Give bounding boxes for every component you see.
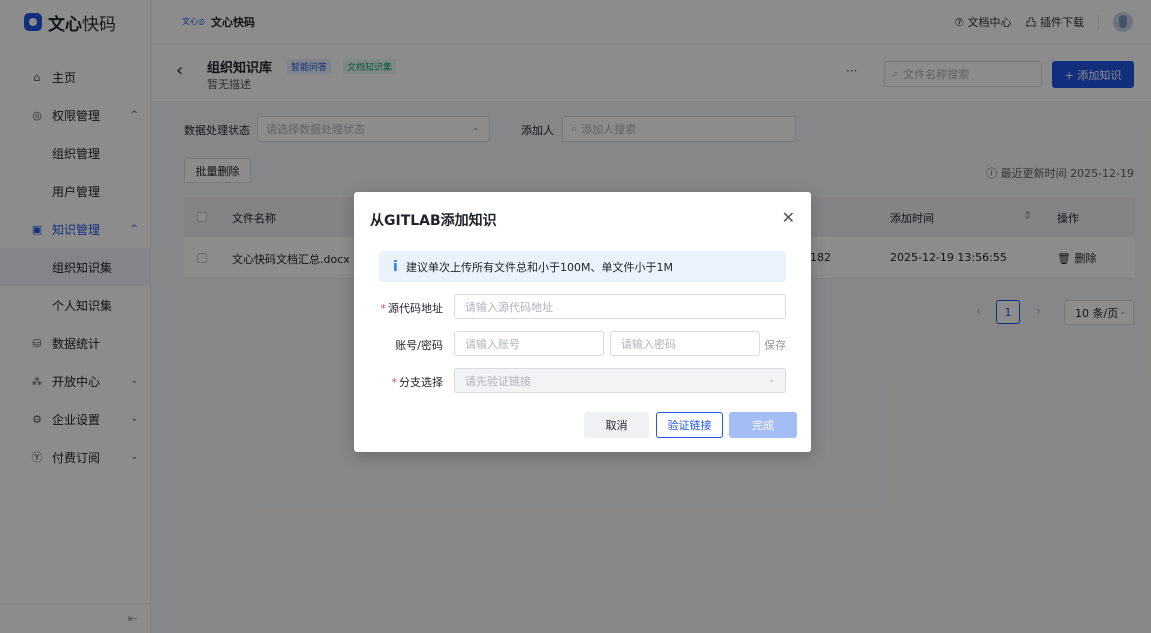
branch-label: * 分支选择 (392, 374, 444, 390)
gitlab-import-dialog: 从GITLAB添加知识 ✕ ⅰ 建议单次上传所有文件总和小于100M、单文件小于… (354, 192, 811, 452)
required-mark: * (391, 376, 398, 389)
account-label: 账号/密码 (395, 339, 443, 352)
dialog-title: 从GITLAB添加知识 (370, 213, 497, 229)
cancel-button[interactable]: 取消 (584, 412, 649, 438)
save-credentials-button[interactable]: 保存 (764, 337, 786, 353)
branch-label-text: 分支选择 (399, 376, 443, 389)
account-placeholder: 请输入账号 (465, 337, 520, 351)
info-icon: ⅰ (393, 258, 398, 275)
source-url-placeholder: 请输入源代码地址 (465, 300, 553, 314)
upload-limit-notice: ⅰ 建议单次上传所有文件总和小于100M、单文件小于1M (379, 251, 786, 282)
branch-placeholder: 请先验证链接 (465, 374, 531, 388)
done-button[interactable]: 完成 (729, 412, 797, 438)
source-url-label-text: 源代码地址 (388, 302, 443, 315)
source-url-input[interactable]: 请输入源代码地址 (454, 294, 786, 319)
password-input[interactable]: 请输入密码 (610, 331, 760, 356)
verify-link-button[interactable]: 验证链接 (656, 412, 723, 438)
branch-select[interactable]: 请先验证链接 ⌄ (454, 368, 786, 393)
account-input[interactable]: 请输入账号 (454, 331, 604, 356)
password-placeholder: 请输入密码 (621, 337, 676, 351)
close-icon[interactable]: ✕ (782, 208, 795, 227)
notice-text: 建议单次上传所有文件总和小于100M、单文件小于1M (406, 260, 673, 274)
required-mark: * (380, 302, 387, 315)
source-url-label: * 源代码地址 (381, 300, 444, 316)
chevron-down-icon: ⌄ (768, 375, 775, 384)
